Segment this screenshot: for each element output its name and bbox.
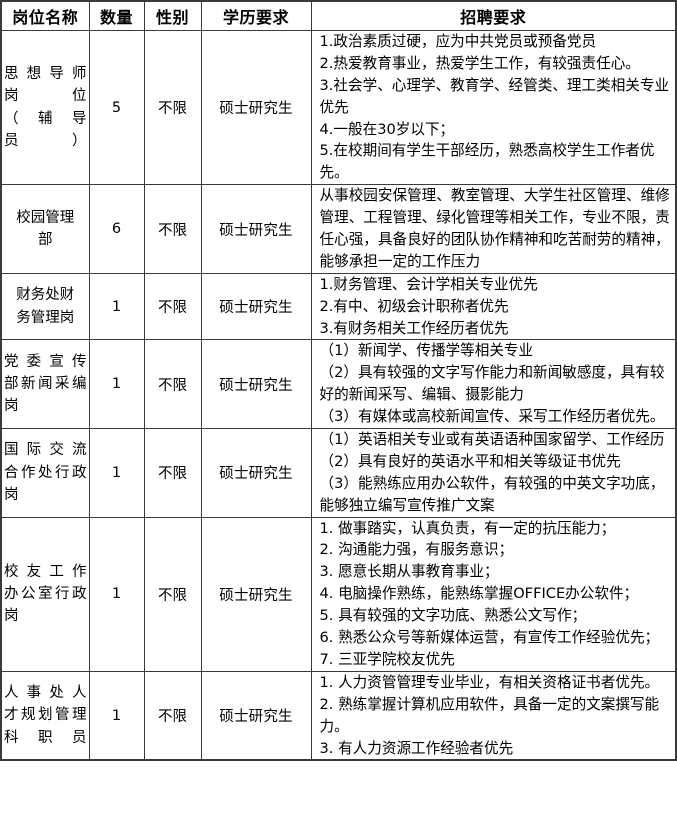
cell-education: 硕士研究生 bbox=[200, 272, 312, 341]
post-name-line: 岗位 bbox=[4, 88, 87, 105]
table-row: 国际交流 合作处行政岗 1 不限 硕士研究生 （1）英语相关专业或有英语语种国家留学、工作… bbox=[0, 428, 677, 518]
column-header-post: 岗位名称 bbox=[0, 0, 90, 31]
recruitment-positions-table: 岗位名称 数量 性别 学历要求 招聘要求 思想导师 岗位 （辅导 员） 5 不限 硕士研究生… bbox=[0, 0, 677, 762]
cell-education: 硕士研究生 bbox=[200, 339, 312, 430]
requirement-line: 3. 有人力资源工作经验者优先 bbox=[319, 739, 514, 757]
cell-education: 硕士研究生 bbox=[200, 29, 312, 186]
post-name-line: 校友工作 bbox=[4, 563, 87, 580]
table-row: 财务处财 务管理岗 1 不限 硕士研究生 1.财务管理、会计学相关专业优先 2.有中、初级会… bbox=[0, 272, 677, 341]
cell-number: 1 bbox=[88, 272, 145, 341]
cell-number: 1 bbox=[88, 339, 145, 430]
column-header-requirements: 招聘要求 bbox=[310, 0, 677, 31]
cell-gender: 不限 bbox=[143, 184, 202, 274]
requirement-line: 从事校园安保管理、教室管理、大学生社区管理、维修管理、工程管理、绿化管理等相关工… bbox=[319, 187, 670, 270]
cell-education: 硕士研究生 bbox=[200, 670, 312, 761]
cell-post-name: 思想导师岗位 （辅导员） bbox=[0, 29, 90, 186]
post-name-line: 党委宣传 bbox=[4, 353, 87, 370]
post-name-line: 合作处行政 bbox=[4, 464, 87, 481]
cell-gender: 不限 bbox=[143, 29, 202, 186]
column-header-education: 学历要求 bbox=[200, 0, 312, 31]
requirement-line: （1）新闻学、传播学等相关专业 bbox=[319, 342, 534, 360]
table-header-row: 岗位名称 数量 性别 学历要求 招聘要求 bbox=[0, 0, 677, 31]
requirement-line: （3）能熟练应用办公软件，有较强的中英文字功底，能够独立编写宣传推广文案 bbox=[319, 474, 665, 514]
table-row: 校园管理部 6 不限 硕士研究生 从事校园安保管理、教室管理、大学生社区管理、维修管理、… bbox=[0, 184, 677, 274]
cell-post-name: 财务处财 务管理岗 bbox=[0, 272, 90, 341]
cell-post-name: 人事处人才规划管理科职员 bbox=[0, 670, 90, 761]
cell-requirements: 1. 做事踏实，认真负责，有一定的抗压能力； 2. 沟通能力强，有服务意识； 3. … bbox=[310, 516, 677, 672]
post-name-line: 财务处财 bbox=[16, 287, 75, 304]
requirement-line: （2）具有良好的英语水平和相关等级证书优先 bbox=[319, 452, 621, 470]
requirement-line: 2. 沟通能力强，有服务意识； bbox=[319, 541, 514, 559]
table-row: 思想导师岗位 （辅导员） 5 不限 硕士研究生 1.政治素质过硬，应为中共党员或预备党员 2… bbox=[0, 29, 677, 186]
post-name-line: 国际交流 bbox=[4, 442, 87, 459]
table-body: 思想导师 岗位 （辅导 员） 5 不限 硕士研究生 1.政治素质过硬，应为中共党员或预备党员 2… bbox=[0, 29, 677, 761]
post-name-line: 务管理岗 bbox=[16, 309, 75, 326]
cell-gender: 不限 bbox=[143, 339, 202, 430]
requirement-line: 6. 熟悉公众号等新媒体运营，有宣传工作经验优先； bbox=[319, 629, 660, 647]
cell-requirements: 1.政治素质过硬，应为中共党员或预备党员 2.热爱教育事业，热爱学生工作，有较强责… bbox=[310, 29, 677, 186]
requirement-line: 3.有财务相关工作经历者优先 bbox=[319, 319, 509, 337]
cell-gender: 不限 bbox=[143, 516, 202, 672]
post-name-line: 部 bbox=[38, 232, 53, 249]
requirement-line: 5. 具有较强的文字功底、熟悉公文写作； bbox=[319, 607, 587, 625]
cell-requirements: （1）新闻学、传播学等相关专业 （2）具有较强的文字写作能力和新闻敏感度，具有较好… bbox=[310, 339, 677, 430]
post-name-line: 办公室行政 bbox=[4, 585, 87, 602]
cell-education: 硕士研究生 bbox=[200, 428, 312, 518]
cell-number: 5 bbox=[88, 29, 145, 186]
requirement-line: （2）具有较强的文字写作能力和新闻敏感度，具有较好的新闻采写、编辑、摄影能力 bbox=[319, 364, 665, 404]
cell-gender: 不限 bbox=[143, 670, 202, 761]
cell-requirements: （1）英语相关专业或有英语语种国家留学、工作经历 （2）具有良好的英语水平和相关等… bbox=[310, 428, 677, 518]
requirement-line: 3. 愿意长期从事教育事业； bbox=[319, 563, 499, 581]
cell-gender: 不限 bbox=[143, 428, 202, 518]
post-name-line: 思想导师 bbox=[4, 65, 87, 82]
table-row: 校友工作 办公室行政岗 1 不限 硕士研究生 1. 做事踏实，认真负责，有一定的抗压能力；… bbox=[0, 516, 677, 672]
requirement-line: 1.财务管理、会计学相关专业优先 bbox=[319, 275, 538, 293]
requirement-line: 7. 三亚学院校友优先 bbox=[319, 650, 455, 668]
cell-number: 1 bbox=[88, 516, 145, 672]
requirement-line: 4.一般在30岁以下； bbox=[319, 120, 455, 138]
table-row: 党委宣传 部新闻采编岗 1 不限 硕士研究生 （1）新闻学、传播学等相关专业 （2）具有较强… bbox=[0, 339, 677, 430]
post-name-line: 部新闻采编 bbox=[4, 376, 87, 393]
requirement-line: 2.热爱教育事业，热爱学生工作，有较强责任心。 bbox=[319, 54, 640, 72]
requirement-line: 2. 熟练掌握计算机应用软件，具备一定的文案撰写能力。 bbox=[319, 695, 660, 735]
cell-requirements: 1. 人力资管管理专业毕业，有相关资格证书者优先。 2. 熟练掌握计算机应用软件，… bbox=[310, 670, 677, 761]
requirement-line: 5.在校期间有学生干部经历，熟悉高校学生工作者优先。 bbox=[319, 142, 655, 182]
column-header-gender: 性别 bbox=[143, 0, 202, 31]
cell-number: 6 bbox=[88, 184, 145, 274]
requirement-line: （3）有媒体或高校新闻宣传、采写工作经历者优先。 bbox=[319, 408, 665, 426]
cell-post-name: 校友工作办公室行政岗 bbox=[0, 516, 90, 672]
post-name-line: 才规划管理 bbox=[4, 707, 87, 724]
cell-number: 1 bbox=[88, 428, 145, 518]
post-name-line: 校园管理 bbox=[16, 209, 75, 226]
cell-number: 1 bbox=[88, 670, 145, 761]
post-name-line: 岗 bbox=[4, 608, 19, 625]
cell-post-name: 国际交流合作处行政岗 bbox=[0, 428, 90, 518]
post-name-line: 岗 bbox=[4, 398, 19, 415]
column-header-number: 数量 bbox=[88, 0, 145, 31]
requirement-line: 1. 做事踏实，认真负责，有一定的抗压能力； bbox=[319, 519, 616, 537]
requirement-line: 3.社会学、心理学、教育学、经管类、理工类相关专业优先 bbox=[319, 76, 670, 116]
requirement-line: 1.政治素质过硬，应为中共党员或预备党员 bbox=[319, 33, 597, 50]
post-name-line: （辅导 bbox=[4, 110, 87, 127]
requirement-line: 4. 电脑操作熟练，能熟练掌握OFFICE办公软件； bbox=[319, 585, 639, 603]
post-name-line: 人事处人 bbox=[4, 684, 87, 701]
cell-education: 硕士研究生 bbox=[200, 516, 312, 672]
cell-gender: 不限 bbox=[143, 272, 202, 341]
table-row: 人事处人 才规划管理 科职员 1 不限 硕士研究生 1. 人力资管管理专业毕业，有相关资格证… bbox=[0, 670, 677, 761]
requirement-line: 1. 人力资管管理专业毕业，有相关资格证书者优先。 bbox=[319, 673, 660, 691]
cell-post-name: 党委宣传部新闻采编岗 bbox=[0, 339, 90, 430]
post-name-line: 科职员 bbox=[4, 729, 87, 746]
post-name-line: 员） bbox=[4, 133, 87, 150]
cell-education: 硕士研究生 bbox=[200, 184, 312, 274]
requirement-line: 2.有中、初级会计职称者优先 bbox=[319, 297, 509, 315]
cell-post-name: 校园管理部 bbox=[0, 184, 90, 274]
cell-requirements: 1.财务管理、会计学相关专业优先 2.有中、初级会计职称者优先 3.有财务相关工作经… bbox=[310, 272, 677, 341]
requirement-line: （1）英语相关专业或有英语语种国家留学、工作经历 bbox=[319, 431, 665, 449]
cell-requirements: 从事校园安保管理、教室管理、大学生社区管理、维修管理、工程管理、绿化管理等相关工… bbox=[310, 184, 677, 274]
post-name-line: 岗 bbox=[4, 487, 19, 504]
